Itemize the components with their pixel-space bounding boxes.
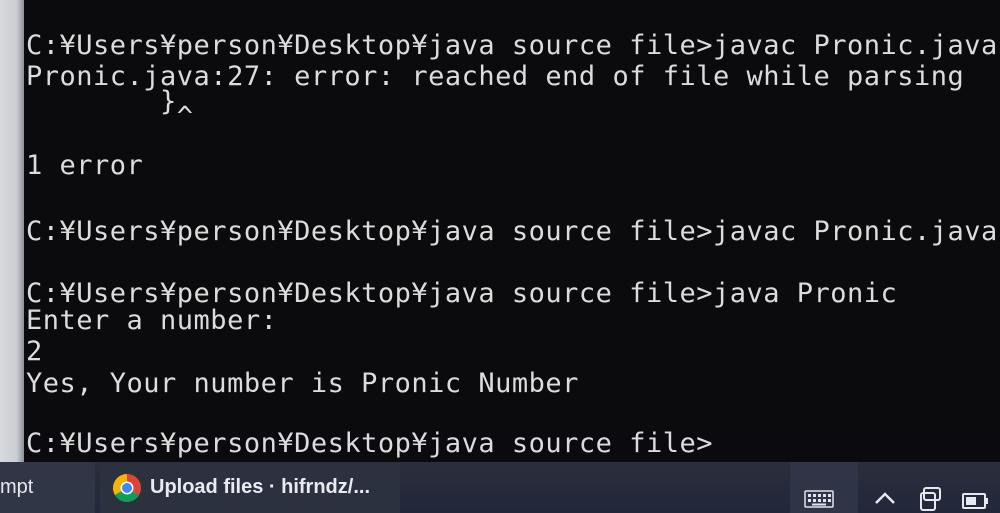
taskbar-item-command-prompt[interactable]: mpt	[0, 462, 95, 513]
screen: C:¥Users¥person¥Desktop¥java source file…	[0, 0, 1000, 513]
console-line: 2	[26, 336, 43, 367]
taskbar-item-label: Upload files · hifrndz/...	[150, 476, 370, 498]
window-left-edge	[0, 0, 24, 462]
keyboard-icon	[804, 490, 834, 508]
console-line: ^	[26, 101, 194, 132]
chevron-up-icon[interactable]	[870, 484, 900, 512]
console-line: C:¥Users¥person¥Desktop¥java source file…	[26, 30, 998, 61]
taskbar-item-chrome[interactable]: Upload files · hifrndz/...	[100, 462, 400, 513]
console-line: C:¥Users¥person¥Desktop¥java source file…	[26, 428, 713, 459]
console-line: 1 error	[26, 150, 144, 181]
console-line: C:¥Users¥person¥Desktop¥java source file…	[26, 216, 998, 247]
touch-keyboard-button[interactable]	[790, 462, 858, 513]
command-prompt-console[interactable]: C:¥Users¥person¥Desktop¥java source file…	[24, 0, 1000, 462]
taskbar-item-label: mpt	[0, 476, 34, 498]
console-line: Yes, Your number is Pronic Number	[26, 368, 579, 399]
device-icon[interactable]	[916, 484, 946, 512]
taskbar: mpt Upload files · hifrndz/...	[0, 462, 1000, 513]
chrome-icon	[113, 474, 141, 502]
battery-icon[interactable]	[960, 484, 990, 512]
console-line: Enter a number:	[26, 305, 278, 336]
